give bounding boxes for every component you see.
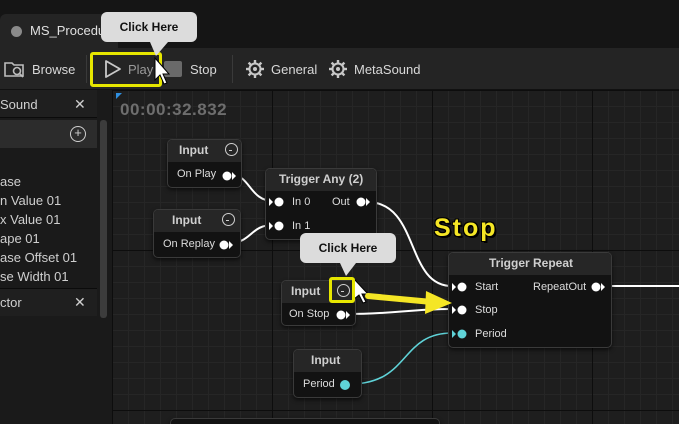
pin-label: Start [475,281,499,293]
metasound-settings-button[interactable]: MetaSound [328,48,428,90]
node-title: Input [172,213,202,227]
node-title: Trigger Any (2) [279,172,364,186]
node-header: Trigger Any (2) [266,169,376,191]
stop-label: Stop [190,61,217,77]
node-title: Input [179,143,209,157]
document-tab-label: MS_Procedu [30,23,106,38]
pin-label: Out [332,196,350,208]
detector-panel-tab[interactable]: ctor ✕ [0,288,97,316]
node-header: Input [154,210,240,232]
node-title: Input [311,353,341,367]
input-node-period[interactable]: Input Period [293,349,362,398]
browse-button[interactable]: Browse [4,48,84,90]
trigger-output-pin-icon[interactable] [217,238,237,252]
browse-folder-icon [4,62,24,78]
pin-label: On Replay [163,238,215,250]
input-download-icon[interactable] [225,143,238,156]
input-download-icon[interactable] [222,213,235,226]
float-output-pin-icon[interactable] [338,378,352,392]
node-header: Input [168,140,241,162]
stop-square-icon [164,61,182,77]
trigger-repeat-node[interactable]: Trigger Repeat Start Stop Period RepeatO… [448,252,612,348]
node-title: Trigger Repeat [489,256,574,270]
input-node-on-replay[interactable]: Input On Replay [153,209,241,258]
pin-label: On Stop [289,308,330,320]
stop-annotation-label: Stop [434,214,498,242]
members-panel: Sound ✕ + ase n Value 01 x Value 01 ape … [0,90,112,424]
close-icon[interactable]: ✕ [74,294,86,311]
node-header: Trigger Repeat [449,253,611,275]
variable-item[interactable]: n Value 01 [0,193,61,213]
pin-label: RepeatOut [533,281,587,293]
node-header: Input [294,350,361,372]
variables-header: + [0,120,97,148]
trigger-input-pin-icon[interactable] [451,280,471,294]
playback-timecode: 00:00:32.832 [120,100,228,119]
browse-label: Browse [32,61,76,77]
detector-panel-body [0,316,97,424]
trigger-output-pin-icon[interactable] [589,280,609,294]
gear-icon [246,60,264,78]
gear-icon [329,60,347,78]
metasound-label: MetaSound [354,61,421,77]
graph-corner-marker [116,93,122,99]
offscreen-node[interactable] [170,418,440,424]
toolbar-divider [232,55,233,83]
trigger-output-pin-icon[interactable] [334,308,354,322]
trigger-output-pin-icon[interactable] [354,195,374,209]
add-variable-icon[interactable]: + [70,126,86,142]
pin-label: Period [475,328,507,340]
variable-item[interactable]: ape 01 [0,231,40,251]
trigger-input-pin-icon[interactable] [451,303,471,317]
variable-item[interactable]: se Width 01 [0,269,69,289]
input-icon-highlight-box [329,277,355,303]
stop-button[interactable]: Stop [164,48,224,90]
pin-label: In 1 [292,220,311,232]
play-highlight-box [90,52,162,87]
general-label: General [271,61,318,77]
close-icon[interactable]: ✕ [74,96,86,113]
panel-scrollbar[interactable] [100,120,107,318]
metasound-asset-icon [11,26,22,37]
variable-item[interactable]: x Value 01 [0,212,60,232]
variable-item[interactable]: ase [0,174,21,194]
panel-tab-label: ctor [0,295,22,310]
panel-tab-label: Sound [0,97,38,112]
trigger-input-pin-icon[interactable] [268,195,288,209]
pin-label: Period [303,378,335,390]
input-node-on-play[interactable]: Input On Play [167,139,242,188]
pin-label: In 0 [292,196,311,208]
pin-label: On Play [177,168,217,180]
trigger-output-pin-icon[interactable] [220,169,240,183]
float-input-pin-icon[interactable] [451,327,471,341]
trigger-input-pin-icon[interactable] [268,219,288,233]
click-here-callout: Click Here [300,233,396,263]
variable-item[interactable]: ase Offset 01 [0,250,77,270]
click-here-callout: Click Here [101,12,197,42]
metasound-panel-tab[interactable]: Sound ✕ [0,90,97,118]
trigger-any-node[interactable]: Trigger Any (2) In 0 In 1 Out [265,168,377,240]
node-title: Input [291,284,321,298]
toolbar-divider [86,55,87,83]
general-settings-button[interactable]: General [245,48,325,90]
pin-label: Stop [475,304,498,316]
